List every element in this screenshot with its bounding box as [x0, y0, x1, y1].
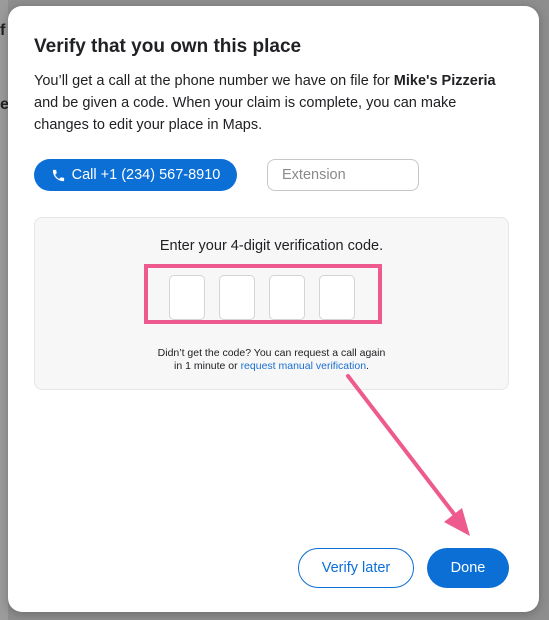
verification-code-panel: Enter your 4-digit verification code. Di…: [34, 217, 509, 390]
extension-input[interactable]: [267, 159, 419, 191]
description-text: and be given a code. When your claim is …: [34, 95, 457, 133]
code-prompt: Enter your 4-digit verification code.: [159, 238, 384, 254]
background-text-fragment: f: [0, 22, 6, 39]
dialog-title: Verify that you own this place: [34, 36, 302, 57]
done-button[interactable]: Done: [427, 548, 509, 588]
help-line-1: Didn’t get the code? You can request a c…: [157, 347, 386, 359]
business-name: Mike's Pizzeria: [393, 73, 496, 89]
verify-later-button[interactable]: Verify later: [298, 548, 414, 588]
request-manual-verification-link[interactable]: request manual verification: [241, 360, 366, 372]
done-label: Done: [450, 560, 486, 576]
phone-icon: [52, 169, 64, 181]
verify-later-label: Verify later: [321, 560, 391, 576]
call-button-label: Call +1 (234) 567-8910: [71, 167, 221, 183]
code-digit-input-2[interactable]: [219, 275, 255, 320]
background-page-edge: [0, 0, 8, 620]
call-button[interactable]: Call +1 (234) 567-8910: [34, 159, 237, 191]
help-line-end: .: [366, 360, 369, 372]
verify-dialog: Verify that you own this place You’ll ge…: [8, 6, 539, 612]
code-digit-input-4[interactable]: [319, 275, 355, 320]
resend-help-text: Didn’t get the code? You can request a c…: [35, 347, 508, 373]
code-digit-input-1[interactable]: [169, 275, 205, 320]
help-line-2: in 1 minute or: [174, 360, 241, 372]
description-text: You’ll get a call at the phone number we…: [34, 73, 394, 89]
dialog-description: You’ll get a call at the phone number we…: [34, 70, 514, 136]
code-digit-input-3[interactable]: [269, 275, 305, 320]
